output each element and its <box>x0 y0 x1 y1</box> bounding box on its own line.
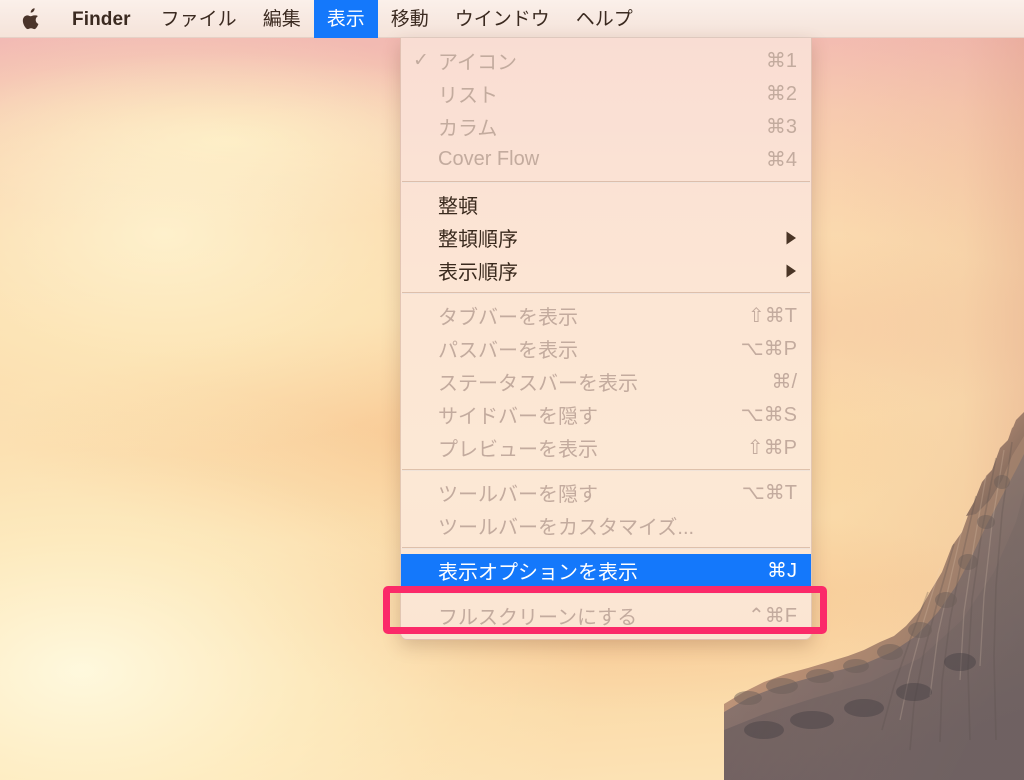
menu-item[interactable]: 整頓 <box>401 188 811 221</box>
menu-item: カラム ⌘3 <box>401 110 811 143</box>
menu-item-label: ステータスバーを表示 <box>438 373 638 395</box>
menu-separator <box>402 181 810 183</box>
menubar-item-help[interactable]: ヘルプ <box>563 0 646 38</box>
submenu-arrow-icon <box>781 231 797 245</box>
menu-item: サイドバーを隠す ⌥⌘S <box>401 398 811 431</box>
menu-item: リスト ⌘2 <box>401 77 811 110</box>
menu-item: パスバーを表示 ⌥⌘P <box>401 332 811 365</box>
menu-separator <box>402 592 810 594</box>
menu-item[interactable]: 表示オプションを表示 ⌘J <box>401 554 811 587</box>
submenu-arrow-icon <box>781 264 797 278</box>
menu-item-label: カラム <box>438 118 498 140</box>
menu-item-label: タブバーを表示 <box>438 307 578 329</box>
menu-item-label: フルスクリーンにする <box>438 607 638 629</box>
menu-item-label: 表示順序 <box>438 262 518 284</box>
menubar-item-go[interactable]: 移動 <box>378 0 442 38</box>
view-dropdown-menu[interactable]: ✓ アイコン ⌘1 リスト ⌘2 カラム ⌘3 Cover Flow ⌘4 整頓整頓順序表示順序タ… <box>400 38 812 640</box>
menu-item: ツールバーをカスタマイズ... <box>401 509 811 542</box>
menubar-item-label: ウインドウ <box>454 8 550 30</box>
menu-item-shortcut: ⌘J <box>767 560 797 582</box>
menubar-item-label: ヘルプ <box>575 8 633 30</box>
menubar-item-view[interactable]: 表示 <box>313 0 378 38</box>
menu-item-shortcut: ⌥⌘T <box>741 482 797 504</box>
menu-item: プレビューを表示 ⇧⌘P <box>401 431 811 464</box>
menu-separator <box>402 547 810 549</box>
apple-menu[interactable] <box>0 0 55 38</box>
menu-item: Cover Flow ⌘4 <box>401 143 811 176</box>
menu-item-label: アイコン <box>438 52 517 74</box>
menu-item[interactable]: 整頓順序 <box>401 221 811 254</box>
menu-item: フルスクリーンにする ⌃⌘F <box>401 599 811 632</box>
menu-item[interactable]: 表示順序 <box>401 254 811 287</box>
menu-bar[interactable]: Finder ファイル 編集 表示 移動 ウインドウ ヘルプ <box>0 0 1024 38</box>
menu-item-shortcut: ⌘/ <box>771 371 797 393</box>
menu-item-label: ツールバーをカスタマイズ... <box>438 517 695 539</box>
menu-item: ✓ アイコン ⌘1 <box>401 44 811 77</box>
menu-item-label: リスト <box>438 85 498 107</box>
menubar-item-file[interactable]: ファイル <box>148 0 250 38</box>
menubar-item-edit[interactable]: 編集 <box>250 0 314 38</box>
menu-item-shortcut: ⌘1 <box>765 50 797 72</box>
menu-item: ステータスバーを表示 ⌘/ <box>401 365 811 398</box>
menu-item-shortcut: ⌘3 <box>765 116 797 138</box>
menubar-item-label: 編集 <box>262 8 301 30</box>
menu-item-shortcut: ⇧⌘T <box>748 305 797 327</box>
menubar-item-label: Finder <box>72 8 131 30</box>
menu-item-shortcut: ⇧⌘P <box>746 437 797 459</box>
menubar-item-label: ファイル <box>160 8 237 30</box>
menubar-item-window[interactable]: ウインドウ <box>442 0 563 38</box>
menu-item-label: パスバーを表示 <box>438 340 578 362</box>
checkmark-icon: ✓ <box>413 50 429 71</box>
menu-item-label: サイドバーを隠す <box>438 406 598 428</box>
menubar-item-finder[interactable]: Finder <box>55 0 148 38</box>
menu-item-label: 表示オプションを表示 <box>438 562 638 584</box>
menubar-item-label: 移動 <box>390 8 429 30</box>
menu-item-label: ツールバーを隠す <box>438 484 598 506</box>
apple-logo-icon <box>22 7 41 31</box>
menubar-item-label: 表示 <box>326 8 365 30</box>
menu-separator <box>402 469 810 471</box>
menu-separator <box>402 292 810 294</box>
menu-item-label: 整頓 <box>438 196 478 218</box>
menu-item-shortcut: ⌘4 <box>765 149 797 171</box>
menu-item-shortcut: ⌃⌘F <box>748 605 797 627</box>
menu-item: ツールバーを隠す ⌥⌘T <box>401 476 811 509</box>
menu-item: タブバーを表示 ⇧⌘T <box>401 299 811 332</box>
menu-item-label: 整頓順序 <box>438 229 518 251</box>
menu-item-shortcut: ⌥⌘S <box>740 404 797 426</box>
menu-item-label: プレビューを表示 <box>438 439 598 461</box>
menu-item-label: Cover Flow <box>438 148 540 170</box>
menu-item-shortcut: ⌥⌘P <box>740 338 797 360</box>
menu-item-shortcut: ⌘2 <box>765 83 797 105</box>
